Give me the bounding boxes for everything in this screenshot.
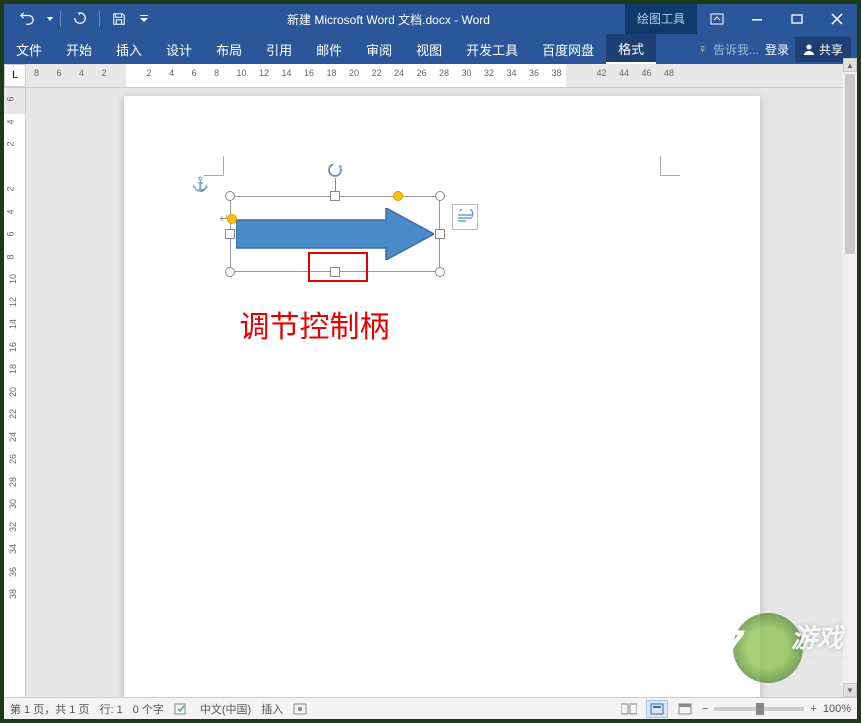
maximize-button[interactable] <box>777 4 817 34</box>
adjust-handle-1[interactable] <box>227 214 237 224</box>
zoom-level[interactable]: 100% <box>823 703 851 715</box>
vertical-scrollbar[interactable]: ▲ ▼ <box>843 58 857 697</box>
close-button[interactable] <box>817 4 857 34</box>
annotation-highlight-box <box>308 252 368 282</box>
undo-dropdown[interactable] <box>44 7 56 31</box>
resize-handle-ne[interactable] <box>435 191 445 201</box>
status-insert-mode[interactable]: 插入 <box>261 701 283 717</box>
scroll-up-button[interactable]: ▲ <box>843 58 857 72</box>
ribbon-options-button[interactable] <box>697 4 737 34</box>
view-web-layout[interactable] <box>674 700 696 718</box>
status-word-count[interactable]: 0 个字 <box>133 701 164 717</box>
tab-references[interactable]: 引用 <box>254 34 304 64</box>
titlebar: 新建 Microsoft Word 文档.docx - Word 绘图工具 <box>4 4 857 34</box>
rotate-connector <box>335 178 336 192</box>
macro-record-icon[interactable] <box>293 703 307 715</box>
zoom-slider[interactable] <box>714 707 804 711</box>
adjust-handle-2[interactable] <box>393 191 403 201</box>
zoom-in-button[interactable]: + <box>810 703 816 715</box>
resize-handle-sw[interactable] <box>225 267 235 277</box>
view-read-mode[interactable] <box>618 700 640 718</box>
zoom-out-button[interactable]: − <box>702 703 708 715</box>
tab-insert[interactable]: 插入 <box>104 34 154 64</box>
scroll-area[interactable]: ⚓ ↵ <box>26 88 857 697</box>
ruler-row: L 86422468101214161820222426283032343638… <box>4 64 857 88</box>
tell-me-input[interactable]: 告诉我... <box>713 41 759 58</box>
document-area: 6422468101214161820222426283032343638 ⚓ … <box>4 88 857 697</box>
app-window: 新建 Microsoft Word 文档.docx - Word 绘图工具 文件… <box>4 4 857 719</box>
qat-customize[interactable] <box>136 7 152 31</box>
margin-corner-tr <box>660 156 680 176</box>
login-link[interactable]: 登录 <box>765 41 789 58</box>
view-print-layout[interactable] <box>646 700 668 718</box>
tab-view[interactable]: 视图 <box>404 34 454 64</box>
contextual-tab-label: 绘图工具 <box>625 4 697 34</box>
status-language[interactable]: 中文(中国) <box>200 701 251 717</box>
zoom-slider-thumb[interactable] <box>756 703 764 715</box>
redo-button[interactable] <box>65 7 95 31</box>
qat-separator <box>99 11 100 27</box>
tab-baidu[interactable]: 百度网盘 <box>530 34 606 64</box>
scrollbar-thumb[interactable] <box>845 74 855 254</box>
resize-handle-n[interactable] <box>330 191 340 201</box>
status-line[interactable]: 行: 1 <box>99 701 122 717</box>
tab-review[interactable]: 审阅 <box>354 34 404 64</box>
tab-format[interactable]: 格式 <box>606 34 656 64</box>
tab-home[interactable]: 开始 <box>54 34 104 64</box>
resize-handle-se[interactable] <box>435 267 445 277</box>
layout-options-button[interactable] <box>452 204 478 230</box>
tab-layout[interactable]: 布局 <box>204 34 254 64</box>
quick-access-toolbar <box>4 7 152 31</box>
spellcheck-icon[interactable] <box>174 703 190 715</box>
tab-selector[interactable]: L <box>4 64 26 87</box>
vertical-ruler[interactable]: 6422468101214161820222426283032343638 <box>4 88 26 697</box>
resize-handle-nw[interactable] <box>225 191 235 201</box>
lightbulb-icon: ♀ <box>698 42 707 56</box>
horizontal-ruler[interactable]: 8642246810121416182022242628303234363842… <box>26 64 857 87</box>
tab-design[interactable]: 设计 <box>154 34 204 64</box>
tab-developer[interactable]: 开发工具 <box>454 34 530 64</box>
resize-handle-e[interactable] <box>435 229 445 239</box>
statusbar: 第 1 页，共 1 页 行: 1 0 个字 中文(中国) 插入 − + <box>4 697 857 719</box>
anchor-icon: ⚓ <box>192 176 209 193</box>
margin-corner-tl <box>204 156 224 176</box>
qat-separator <box>60 11 61 27</box>
resize-handle-w[interactable] <box>225 229 235 239</box>
window-title: 新建 Microsoft Word 文档.docx - Word <box>152 11 625 28</box>
document-page[interactable]: ⚓ ↵ <box>124 96 760 697</box>
status-page[interactable]: 第 1 页，共 1 页 <box>10 701 89 717</box>
rotate-handle[interactable] <box>327 162 343 178</box>
minimize-button[interactable] <box>737 4 777 34</box>
annotation-label: 调节控制柄 <box>240 302 390 346</box>
tab-mail[interactable]: 邮件 <box>304 34 354 64</box>
person-icon <box>803 43 815 55</box>
window-controls <box>697 4 857 34</box>
save-button[interactable] <box>104 7 134 31</box>
tab-file[interactable]: 文件 <box>4 34 54 64</box>
share-label: 共享 <box>819 41 843 58</box>
scroll-down-button[interactable]: ▼ <box>843 683 857 697</box>
undo-button[interactable] <box>12 7 42 31</box>
ribbon-tabs: 文件 开始 插入 设计 布局 引用 邮件 审阅 视图 开发工具 百度网盘 格式 … <box>4 34 857 64</box>
